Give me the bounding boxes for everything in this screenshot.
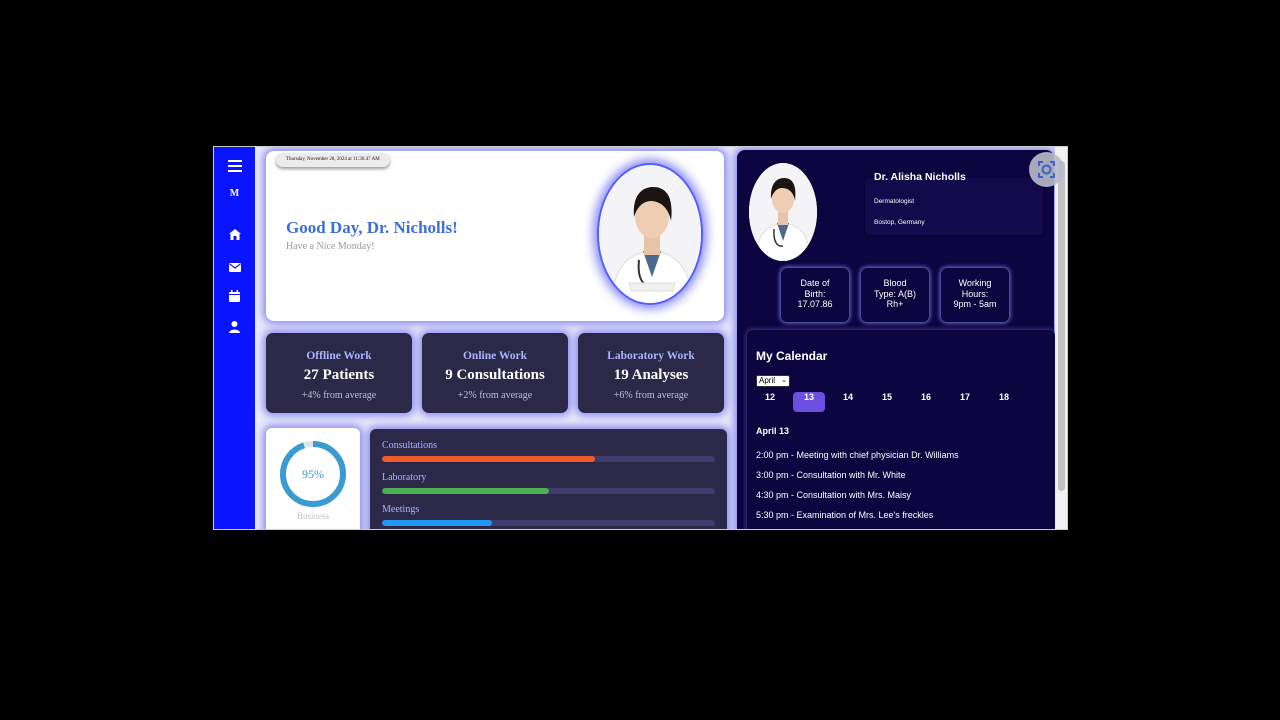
calendar-day[interactable]: 12 [754,392,786,412]
stat-title: Laboratory Work [607,350,695,362]
info-card-dob: Date of Birth: 17.07.86 [781,268,849,322]
info-line: 9pm - 5am [953,299,997,309]
stat-value: 9 Consultations [445,367,545,383]
calendar-day[interactable]: 18 [988,392,1020,412]
month-value: April [759,376,776,385]
chevron-down-icon: ⌄ [781,377,787,384]
greeting-title: Good Day, Dr. Nicholls! [286,218,458,237]
progress-label-laboratory: Laboratory [382,472,427,483]
progress-track-meetings [382,520,715,526]
profile-name: Dr. Alisha Nicholls [874,171,966,183]
right-panel-area: Dr. Alisha Nicholls Dermatologist Bostop… [735,147,1067,529]
stat-value: 19 Analyses [613,367,689,383]
gauge-label: Business [296,511,329,521]
calendar-day[interactable]: 15 [871,392,903,412]
info-line: Rh+ [886,299,904,309]
info-line: Birth: [804,288,826,299]
event-item: 5:30 pm - Examination of Mrs. Lee's frec… [756,510,934,520]
calendar-card: My Calendar April ⌄ 12 13 14 15 16 17 18… [747,330,1055,529]
calendar-day[interactable]: 16 [910,392,942,412]
scrollbar[interactable] [1055,147,1067,529]
menu-icon[interactable] [214,159,255,178]
calendar-title: My Calendar [756,349,828,363]
progress-label-meetings: Meetings [382,504,420,515]
profile-location: Bostop, Germany [874,219,925,226]
info-line: Hours: [961,288,989,299]
profile-details-card [865,178,1043,235]
profile-specialty: Dermatologist [874,198,915,205]
calendar-day-selected[interactable]: 13 [793,392,825,412]
mail-icon[interactable] [214,259,255,277]
info-line: 17.07.86 [797,299,833,309]
stat-card-laboratory: Laboratory Work 19 Analyses +6% from ave… [578,333,724,413]
gauge-value: 95% [302,467,324,481]
stat-card-online: Online Work 9 Consultations +2% from ave… [422,333,568,413]
progress-card: Consultations Laboratory Meetings [370,429,727,529]
event-item: 3:00 pm - Consultation with Mr. White [756,470,906,480]
datetime-badge: Thursday, November 28, 2024 at 11:36:47 … [276,153,390,167]
stat-card-offline: Offline Work 27 Patients +4% from averag… [266,333,412,413]
app-window: M Thursday, November 28, 2024 at 11:36:4… [213,146,1068,530]
greeting-subtitle: Have a Nice Monday! [286,241,375,252]
event-item: 2:00 pm - Meeting with chief physician D… [756,450,959,460]
logo: M [229,188,240,199]
business-gauge: 95% [280,441,346,507]
stat-change: +2% from average [457,390,533,401]
doctor-portrait [597,163,703,305]
stat-value: 27 Patients [303,367,375,383]
info-line: Blood [883,278,907,288]
stat-title: Online Work [462,350,527,362]
calendar-day[interactable]: 14 [832,392,864,412]
progress-track-consultations [382,456,715,462]
user-icon[interactable] [214,320,255,338]
calendar-icon[interactable] [214,289,255,307]
event-item: 4:30 pm - Consultation with Mrs. Maisy [756,490,912,500]
info-card-blood: Blood Type: A(B) Rh+ [861,268,929,322]
month-select[interactable]: April ⌄ [756,375,790,387]
info-line: Date of [800,278,830,288]
info-line: Type: A(B) [873,288,917,299]
info-card-hours: Working Hours: 9pm - 5am [941,268,1009,322]
stat-title: Offline Work [306,350,372,362]
profile-photo [749,163,817,261]
progress-fill-meetings [382,520,492,526]
progress-label-consultations: Consultations [382,440,438,451]
home-icon[interactable] [214,227,255,245]
business-gauge-card: 95% Business [266,428,360,529]
profile-panel: Dr. Alisha Nicholls Dermatologist Bostop… [737,150,1055,529]
greeting-card: Thursday, November 28, 2024 at 11:36:47 … [266,151,724,321]
sidebar: M [214,147,255,529]
screen-capture-lens-icon[interactable] [1029,152,1064,187]
events-date: April 13 [756,426,790,436]
stat-change: +6% from average [613,390,689,401]
progress-track-laboratory [382,488,715,494]
main-content: Thursday, November 28, 2024 at 11:36:47 … [255,147,735,529]
info-line: Working [958,278,992,288]
scrollbar-thumb[interactable] [1058,161,1065,491]
progress-fill-laboratory [382,488,549,494]
progress-fill-consultations [382,456,596,462]
calendar-day[interactable]: 17 [949,392,981,412]
stat-change: +4% from average [301,390,377,401]
